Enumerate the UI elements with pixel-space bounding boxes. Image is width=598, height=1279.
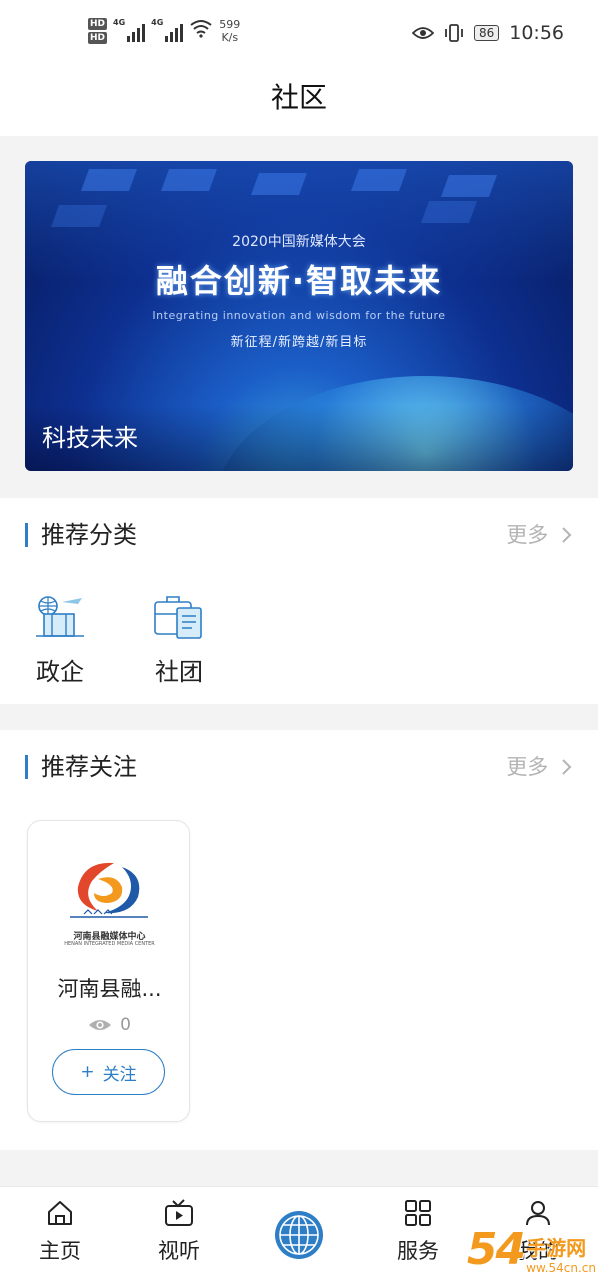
tab-video[interactable]: 视听 (134, 1187, 224, 1279)
section-header: 推荐关注 更多 (25, 752, 573, 782)
tab-label: 服务 (397, 1239, 439, 1263)
hd-badge-2: HD (88, 32, 108, 44)
watermark-url: ww.54cn.cn (526, 1261, 596, 1275)
hd-badge-1: HD (88, 18, 108, 30)
category-label: 社团 (155, 658, 203, 686)
site-watermark: 54 手游网 ww.54cn.cn (467, 1224, 596, 1275)
section-title: 推荐分类 (41, 521, 137, 549)
plus-icon: + (80, 1062, 95, 1082)
banner-english: Integrating innovation and wisdom for th… (152, 309, 446, 322)
banner-caption: 科技未来 (42, 424, 138, 452)
status-left: HD HD 4G 4G 599 K/s (88, 18, 240, 44)
category-item-government[interactable]: 政企 (24, 592, 96, 687)
user-icon (526, 1201, 550, 1226)
recommended-categories-section: 推荐分类 更多 政企 社团 (0, 498, 598, 704)
eye-comfort-icon (411, 27, 434, 39)
tab-services[interactable]: 服务 (373, 1187, 463, 1279)
banner-caption-bar: 科技未来 (25, 405, 573, 471)
watermark-text: 手游网 (526, 1236, 587, 1260)
view-count-value: 0 (120, 1015, 131, 1035)
account-card[interactable]: 河南县融媒体中心 HENAN INTEGRATED MEDIA CENTER 河… (27, 820, 190, 1122)
community-group-icon (154, 596, 202, 639)
more-link-categories[interactable]: 更多 (506, 520, 573, 550)
follow-button[interactable]: + 关注 (52, 1049, 165, 1095)
signal-icon-1: 4G (113, 18, 146, 42)
bottom-tab-bar: 主页 视听 服务 我的 54 手游网 ww.54cn.cn (0, 1186, 598, 1279)
section-title: 推荐关注 (41, 753, 137, 781)
home-icon (48, 1201, 72, 1225)
section-accent-bar (25, 523, 28, 547)
banner-section: 2020中国新媒体大会 融合创新·智取未来 Integrating innova… (0, 136, 598, 498)
banner-event-name: 2020中国新媒体大会 (232, 234, 366, 250)
account-name: 河南县融... (57, 977, 162, 1001)
chevron-right-icon (562, 759, 572, 775)
logo-english-caption: HENAN INTEGRATED MEDIA CENTER (64, 941, 155, 947)
tab-label: 主页 (39, 1239, 81, 1263)
category-item-community[interactable]: 社团 (143, 592, 215, 687)
grid-icon (405, 1200, 431, 1226)
more-link-follow[interactable]: 更多 (506, 752, 573, 782)
page-title: 社区 (270, 81, 327, 114)
recommended-follow-section: 推荐关注 更多 河南县融媒体中心 HENAN INTEGRATED MEDIA … (0, 730, 598, 1150)
hd-badges: HD HD (88, 18, 108, 44)
view-count: 0 (28, 1015, 191, 1035)
status-right: 86 10:56 (411, 22, 564, 44)
wifi-icon (190, 20, 212, 38)
banner-headline: 融合创新·智取未来 (155, 262, 443, 300)
tab-home[interactable]: 主页 (15, 1187, 105, 1279)
network-speed: 599 K/s (219, 18, 241, 44)
tab-community[interactable] (254, 1187, 344, 1279)
eye-icon (89, 1020, 112, 1030)
media-center-logo (70, 862, 148, 918)
signal-icon-2: 4G (151, 18, 184, 42)
government-enterprise-icon (36, 596, 84, 637)
chevron-right-icon (562, 527, 572, 543)
tab-label: 视听 (158, 1239, 200, 1263)
clock: 10:56 (509, 22, 564, 44)
category-label: 政企 (36, 658, 84, 686)
follow-label: 关注 (102, 1064, 137, 1085)
vibrate-icon (445, 24, 463, 42)
banner-subline: 新征程/新跨越/新目标 (230, 335, 368, 350)
page-header: 社区 (0, 66, 598, 136)
banner-carousel[interactable]: 2020中国新媒体大会 融合创新·智取未来 Integrating innova… (25, 161, 573, 471)
section-header: 推荐分类 更多 (25, 520, 573, 550)
battery-indicator: 86 (473, 25, 500, 41)
watermark-digits: 54 (466, 1224, 526, 1275)
status-bar: HD HD 4G 4G 599 K/s 86 10:56 (0, 0, 598, 66)
globe-icon (275, 1211, 323, 1259)
video-icon (165, 1199, 193, 1226)
section-accent-bar (25, 755, 28, 779)
